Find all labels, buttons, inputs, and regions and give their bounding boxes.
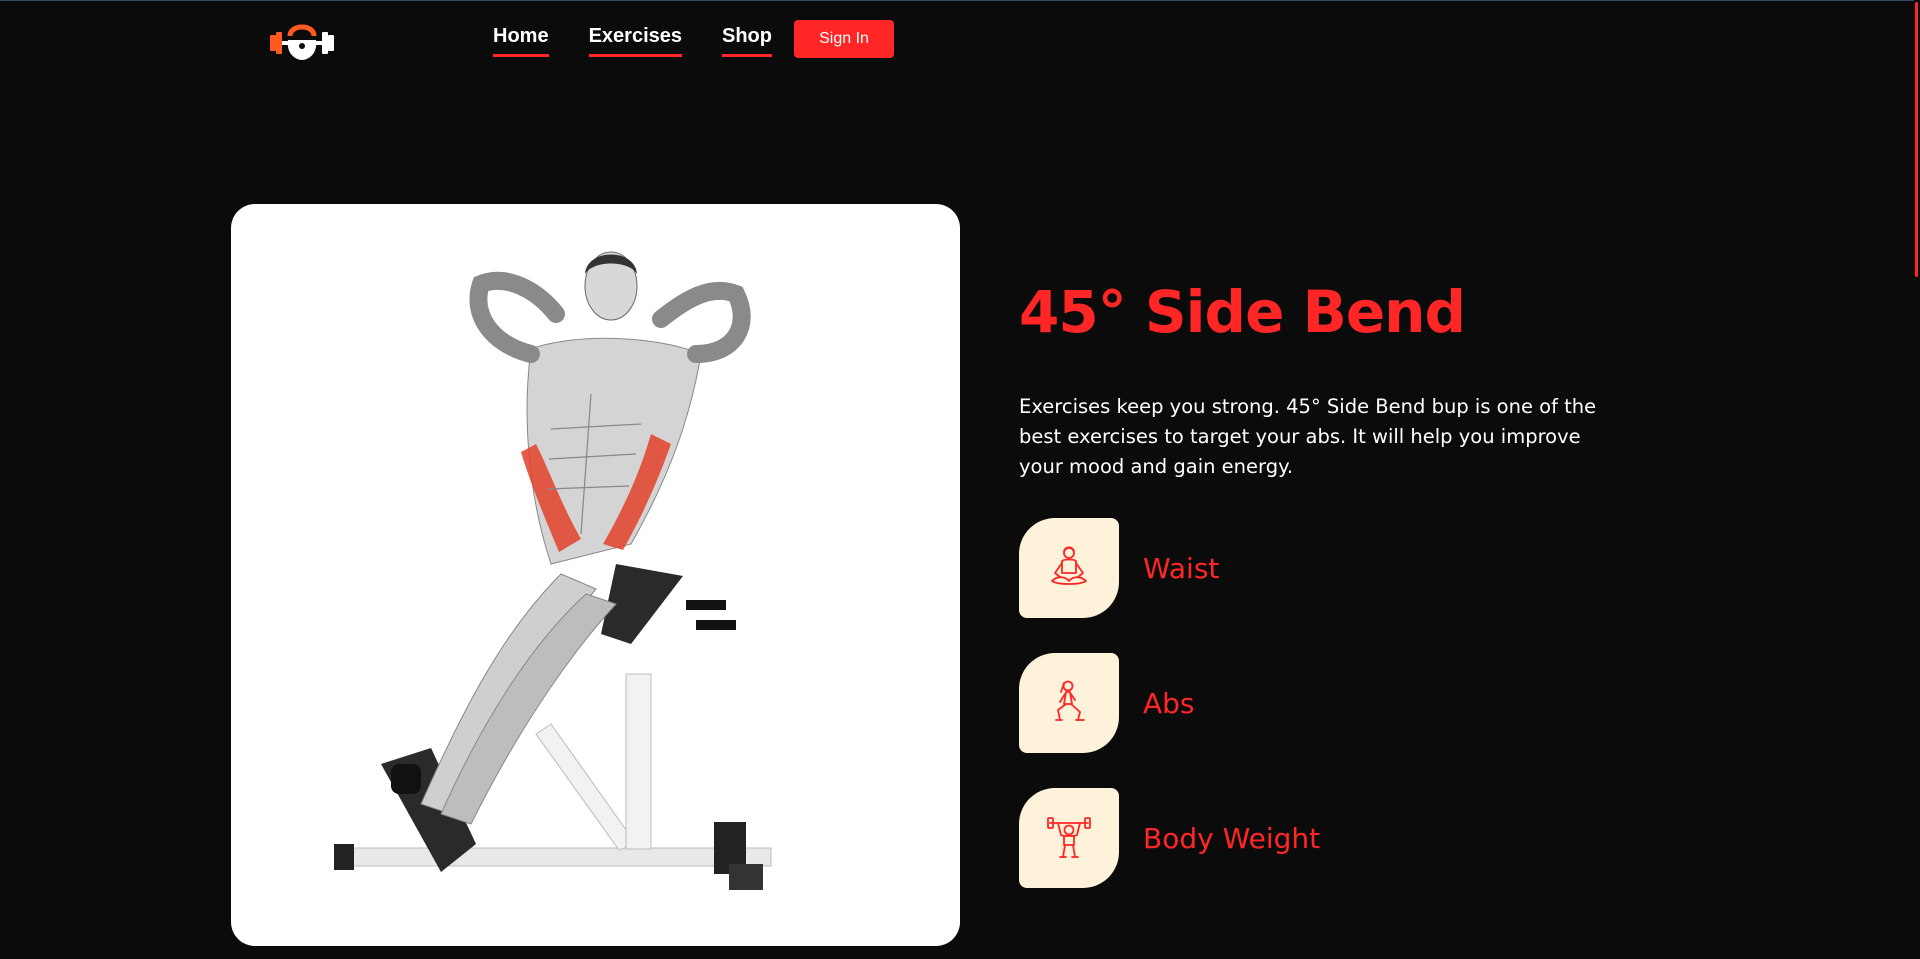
feature-target: Abs [1019,653,1195,753]
scrollbar-thumb[interactable] [1915,2,1918,277]
exercise-image-card [231,204,960,946]
exercise-illustration [334,251,772,890]
exercise-description: Exercises keep you strong. 45° Side Bend… [1019,395,1597,478]
top-border [0,0,1920,1]
feature-equipment: Body Weight [1019,788,1320,888]
gym-logo-icon[interactable] [268,20,336,62]
feature-label-equipment: Body Weight [1143,821,1321,855]
exercise-title: 45° Side Bend [1019,278,1466,346]
nav-link-home[interactable]: Home [493,24,549,57]
meditation-icon [1019,518,1119,618]
nav-link-shop[interactable]: Shop [722,24,772,57]
weightlifter-icon [1019,788,1119,888]
feature-label-target: Abs [1143,686,1195,720]
sign-in-button[interactable]: Sign In [794,20,894,58]
main-nav: Home Exercises Shop [493,24,812,57]
lunge-icon [1019,653,1119,753]
feature-label-body-part: Waist [1143,551,1220,585]
nav-link-exercises[interactable]: Exercises [588,24,682,57]
feature-body-part: Waist [1019,518,1219,618]
